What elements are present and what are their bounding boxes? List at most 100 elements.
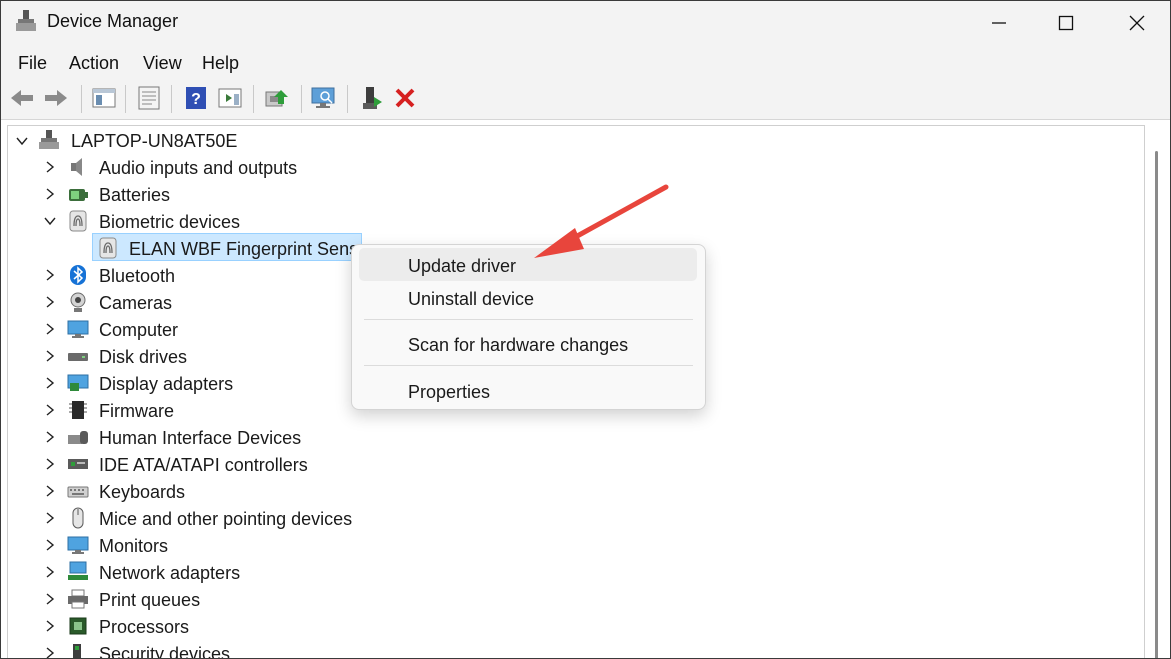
menu-view[interactable]: View <box>143 53 182 74</box>
fingerprint-icon <box>99 237 117 259</box>
forward-button[interactable] <box>43 85 69 111</box>
tree-item-label: Keyboards <box>99 482 186 502</box>
toolbar-separator <box>125 85 126 113</box>
tree-item-label: Monitors <box>99 536 169 556</box>
chevron-right-icon[interactable] <box>43 376 57 390</box>
chevron-right-icon[interactable] <box>43 646 57 659</box>
chevron-right-icon[interactable] <box>43 565 57 579</box>
tree-item-label: Print queues <box>99 590 201 610</box>
scrollbar-thumb[interactable] <box>1155 151 1158 658</box>
menu-help[interactable]: Help <box>202 53 239 74</box>
chevron-right-icon[interactable] <box>43 592 57 606</box>
action-pane-icon <box>218 88 242 108</box>
ide-controller-icon <box>68 459 88 469</box>
monitor-icon <box>67 536 89 554</box>
back-icon <box>11 90 33 106</box>
close-icon <box>1129 15 1145 31</box>
chevron-right-icon[interactable] <box>43 484 57 498</box>
enable-device-icon <box>363 87 382 109</box>
chevron-right-icon[interactable] <box>43 187 57 201</box>
close-button[interactable] <box>1105 1 1169 45</box>
menu-action[interactable]: Action <box>69 53 119 74</box>
chevron-down-icon[interactable] <box>15 134 29 148</box>
title-bar: Device Manager <box>1 1 1170 45</box>
toolbar-separator <box>253 85 254 113</box>
device-manager-window: Device Manager File Action View Help ? L… <box>0 0 1171 659</box>
device-manager-app-icon <box>16 10 36 31</box>
enable-device-button[interactable] <box>359 85 385 111</box>
svg-text:?: ? <box>191 91 201 108</box>
firmware-icon <box>69 401 87 419</box>
fingerprint-icon <box>69 210 87 232</box>
chevron-right-icon[interactable] <box>43 538 57 552</box>
tree-item-label: ELAN WBF Fingerprint Senso <box>129 239 369 259</box>
uninstall-icon <box>395 88 415 108</box>
annotation-arrow <box>534 184 669 258</box>
context-scan-hardware-changes[interactable]: Scan for hardware changes <box>408 335 628 356</box>
printer-icon <box>68 589 88 609</box>
hid-icon <box>68 431 88 444</box>
update-driver-icon <box>265 90 288 107</box>
action-pane-button[interactable] <box>217 85 243 111</box>
security-icon <box>73 644 81 658</box>
tree-item-label: Biometric devices <box>99 212 241 232</box>
disk-icon <box>68 353 88 361</box>
tree-item-label: Computer <box>99 320 179 340</box>
tree-item-label: Display adapters <box>99 374 234 394</box>
window-title: Device Manager <box>47 11 179 31</box>
show-hide-console-tree-button[interactable] <box>91 85 117 111</box>
toolbar-separator <box>347 85 348 113</box>
context-uninstall-device[interactable]: Uninstall device <box>408 289 534 310</box>
properties-icon <box>138 86 160 110</box>
chevron-right-icon[interactable] <box>43 322 57 336</box>
chevron-right-icon[interactable] <box>43 619 57 633</box>
computer-root-icon <box>39 130 59 149</box>
mouse-icon <box>72 507 84 529</box>
update-driver-button[interactable] <box>263 85 289 111</box>
uninstall-device-button[interactable] <box>392 85 418 111</box>
scan-hardware-icon <box>311 87 335 108</box>
minimize-icon <box>992 22 1006 24</box>
maximize-button[interactable] <box>1034 1 1098 45</box>
toolbar-separator <box>81 85 82 113</box>
chevron-right-icon[interactable] <box>43 430 57 444</box>
back-button[interactable] <box>9 85 35 111</box>
context-menu: Update driver Uninstall device Scan for … <box>351 244 706 410</box>
properties-button[interactable] <box>136 85 162 111</box>
camera-icon <box>70 292 86 312</box>
toolbar: ? <box>1 79 1170 120</box>
scan-hardware-button[interactable] <box>311 85 337 111</box>
tree-item-label: Network adapters <box>99 563 241 583</box>
minimize-button[interactable] <box>967 1 1031 45</box>
context-menu-separator <box>364 365 693 366</box>
tree-root-label: LAPTOP-UN8AT50E <box>71 131 238 151</box>
context-update-driver[interactable]: Update driver <box>408 256 516 277</box>
vertical-scrollbar[interactable] <box>1150 125 1164 658</box>
tree-item-label: Firmware <box>99 401 174 421</box>
keyboard-icon <box>67 486 89 498</box>
chevron-right-icon[interactable] <box>43 457 57 471</box>
chevron-right-icon[interactable] <box>43 160 57 174</box>
tree-item-label: Cameras <box>99 293 173 313</box>
chevron-right-icon[interactable] <box>43 268 57 282</box>
display-adapter-icon <box>67 374 89 391</box>
chevron-right-icon[interactable] <box>43 403 57 417</box>
chevron-right-icon[interactable] <box>43 349 57 363</box>
speaker-icon <box>71 158 82 176</box>
help-button[interactable]: ? <box>183 85 209 111</box>
tree-item-label: IDE ATA/ATAPI controllers <box>99 455 308 475</box>
tree-item-label: Mice and other pointing devices <box>99 509 353 529</box>
processor-icon <box>69 617 87 635</box>
tree-item-label: Human Interface Devices <box>99 428 302 448</box>
computer-icon <box>67 320 89 338</box>
chevron-right-icon[interactable] <box>43 511 57 525</box>
tree-item-label: Batteries <box>99 185 171 205</box>
battery-icon <box>69 189 88 201</box>
chevron-right-icon[interactable] <box>43 295 57 309</box>
bluetooth-icon <box>70 265 86 285</box>
context-properties[interactable]: Properties <box>408 382 490 403</box>
menu-file[interactable]: File <box>18 53 47 74</box>
menu-bar: File Action View Help <box>1 45 1170 79</box>
tree-item-label: Processors <box>99 617 190 637</box>
chevron-down-icon[interactable] <box>43 214 57 228</box>
